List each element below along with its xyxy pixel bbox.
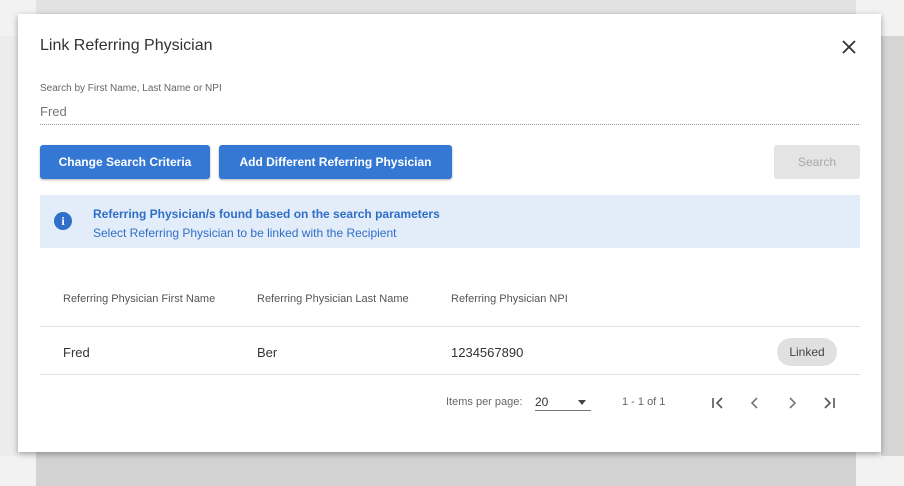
close-button[interactable] xyxy=(838,36,860,58)
items-per-page-value: 20 xyxy=(535,395,549,409)
search-button[interactable]: Search xyxy=(774,145,860,179)
cell-npi: 1234567890 xyxy=(451,345,524,360)
chevron-left-icon xyxy=(750,397,758,409)
dialog-title: Link Referring Physician xyxy=(40,37,213,54)
search-label: Search by First Name, Last Name or NPI xyxy=(40,83,222,94)
add-different-referring-physician-button[interactable]: Add Different Referring Physician xyxy=(219,145,452,179)
items-per-page-select[interactable]: 20 xyxy=(535,394,591,411)
pagination-range: 1 - 1 of 1 xyxy=(622,396,666,408)
close-icon xyxy=(842,40,856,54)
column-header-last-name: Referring Physician Last Name xyxy=(257,293,409,305)
change-search-criteria-button[interactable]: Change Search Criteria xyxy=(40,145,210,179)
column-header-first-name: Referring Physician First Name xyxy=(63,293,216,305)
next-page-button[interactable] xyxy=(781,392,803,414)
items-per-page-label: Items per page: xyxy=(446,396,523,408)
backdrop-bottom xyxy=(36,452,856,486)
last-page-icon xyxy=(824,397,835,409)
cell-last-name: Ber xyxy=(257,345,278,360)
row-divider xyxy=(40,374,860,375)
first-page-icon xyxy=(712,397,723,409)
caret-down-icon xyxy=(578,400,586,405)
column-header-npi: Referring Physician NPI xyxy=(451,293,568,305)
info-icon: i xyxy=(54,212,72,230)
linked-status-badge: Linked xyxy=(777,338,837,366)
info-subtitle: Select Referring Physician to be linked … xyxy=(93,226,397,240)
info-banner: i Referring Physician/s found based on t… xyxy=(40,195,860,248)
cell-first-name: Fred xyxy=(63,345,90,360)
backdrop-right xyxy=(881,36,904,456)
chevron-right-icon xyxy=(789,397,797,409)
link-referring-physician-dialog: Link Referring Physician Search by First… xyxy=(18,14,881,452)
search-input[interactable] xyxy=(40,98,859,125)
header-divider xyxy=(40,326,860,327)
backdrop-left xyxy=(0,36,18,456)
previous-page-button[interactable] xyxy=(744,392,766,414)
first-page-button[interactable] xyxy=(707,392,729,414)
last-page-button[interactable] xyxy=(818,392,840,414)
backdrop-top xyxy=(36,0,856,14)
info-title: Referring Physician/s found based on the… xyxy=(93,207,440,221)
